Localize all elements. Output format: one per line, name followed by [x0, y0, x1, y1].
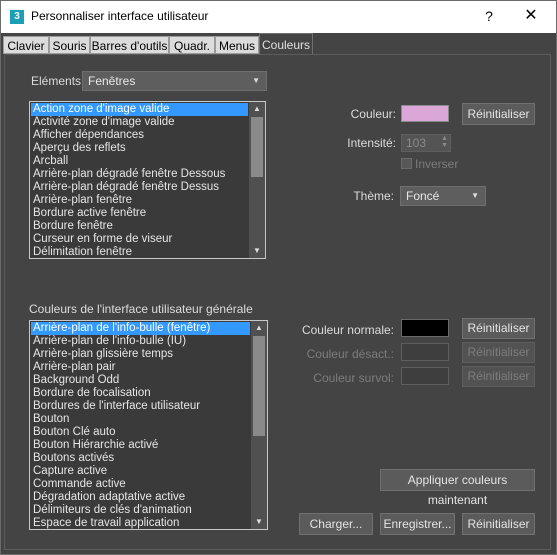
theme-dropdown[interactable]: Foncé ▼ — [400, 186, 486, 206]
list-item[interactable]: Bouton Hiérarchie activé — [31, 439, 250, 452]
list-item[interactable]: Arrière-plan fenêtre — [31, 194, 248, 207]
color-label: Couleur: — [350, 107, 396, 121]
tab-clavier[interactable]: Clavier — [3, 36, 49, 54]
window-title: Personnaliser interface utilisateur — [31, 9, 209, 23]
theme-selected-value: Foncé — [406, 189, 440, 203]
disabled-reset-button: Réinitialiser — [462, 342, 535, 363]
list-item[interactable]: Arrière-plan dégradé fenêtre Dessous — [31, 168, 248, 181]
items-scrollbar[interactable]: ▲ ▼ — [249, 102, 265, 258]
load-button[interactable]: Charger... — [299, 513, 373, 535]
intensity-label: Intensité: — [347, 136, 396, 150]
elements-dropdown[interactable]: Fenêtres ▼ — [82, 71, 267, 91]
hover-reset-button: Réinitialiser — [462, 366, 535, 387]
general-list: Arrière-plan de l'info-bulle (fenêtre) A… — [31, 322, 250, 529]
list-item[interactable]: Arcball — [31, 155, 248, 168]
title-bar: 3 Personnaliser interface utilisateur ? … — [1, 1, 556, 33]
elements-label: Eléments: — [31, 74, 85, 88]
list-item[interactable]: Afficher dépendances — [31, 129, 248, 142]
chevron-down-icon: ▼ — [471, 191, 479, 200]
scroll-down-icon[interactable]: ▼ — [251, 515, 267, 529]
list-item[interactable]: Bouton Clé auto — [31, 426, 250, 439]
invert-checkbox[interactable] — [401, 158, 412, 169]
tab-couleurs[interactable]: Couleurs — [259, 33, 313, 55]
scroll-up-icon[interactable]: ▲ — [249, 102, 265, 116]
list-item[interactable]: Action zone d'image valide — [31, 103, 248, 116]
normal-reset-button[interactable]: Réinitialiser — [462, 318, 535, 339]
list-item[interactable]: Espace de travail application — [31, 517, 250, 529]
close-icon[interactable]: ✕ — [523, 6, 539, 26]
list-item[interactable]: Curseur en forme de viseur — [31, 233, 248, 246]
scroll-up-icon[interactable]: ▲ — [251, 321, 267, 335]
spinner-arrows-icon[interactable]: ▲ ▼ — [441, 135, 448, 149]
normal-color-label: Couleur normale: — [301, 323, 394, 337]
dialog-content: Clavier Souris Barres d'outils Quadr. Me… — [1, 33, 556, 554]
hover-color-swatch — [401, 367, 449, 385]
list-item[interactable]: Délimiteurs de clés d'animation — [31, 504, 250, 517]
items-list: Action zone d'image valide Activité zone… — [31, 103, 248, 258]
dialog-window: 3 Personnaliser interface utilisateur ? … — [0, 0, 557, 555]
list-item[interactable]: Arrière-plan de l'info-bulle (IU) — [31, 335, 250, 348]
items-listbox[interactable]: Action zone d'image valide Activité zone… — [29, 101, 266, 259]
tab-menus[interactable]: Menus — [215, 36, 259, 54]
save-button[interactable]: Enregistrer... — [380, 513, 455, 535]
normal-color-swatch[interactable] — [401, 319, 449, 337]
list-item[interactable]: Bouton — [31, 413, 250, 426]
list-item[interactable]: Aperçu des reflets — [31, 142, 248, 155]
general-listbox[interactable]: Arrière-plan de l'info-bulle (fenêtre) A… — [29, 320, 268, 530]
list-item[interactable]: Bordure fenêtre — [31, 220, 248, 233]
disabled-color-label: Couleur désact.: — [306, 347, 394, 361]
apply-colors-now-button[interactable]: Appliquer couleurs maintenant — [380, 469, 535, 507]
hover-color-label: Couleur survol: — [313, 371, 394, 385]
tab-quadr[interactable]: Quadr. — [169, 36, 215, 54]
tab-barres-outils[interactable]: Barres d'outils — [90, 36, 169, 54]
list-item[interactable]: Dégradation adaptative active — [31, 491, 250, 504]
list-item[interactable]: Arrière-plan de l'info-bulle (fenêtre) — [31, 322, 250, 335]
invert-label: Inverser — [415, 157, 459, 171]
app-icon: 3 — [10, 10, 24, 24]
elements-selected-value: Fenêtres — [88, 74, 136, 88]
scroll-thumb[interactable] — [251, 117, 263, 177]
disabled-color-swatch — [401, 343, 449, 361]
list-item[interactable]: Arrière-plan dégradé fenêtre Dessus — [31, 181, 248, 194]
list-item[interactable]: Bordures de l'interface utilisateur — [31, 400, 250, 413]
tab-bar: Clavier Souris Barres d'outils Quadr. Me… — [1, 33, 556, 55]
reset-all-button[interactable]: Réinitialiser — [462, 513, 535, 535]
list-item[interactable]: Activité zone d'image valide — [31, 116, 248, 129]
theme-label: Thème: — [353, 189, 394, 203]
scroll-thumb[interactable] — [253, 336, 265, 436]
list-item[interactable]: Arrière-plan pair — [31, 361, 250, 374]
list-item[interactable]: Délimitation fenêtre — [31, 246, 248, 258]
color-swatch[interactable] — [401, 105, 449, 122]
chevron-down-icon: ▼ — [252, 76, 260, 85]
list-item[interactable]: Bordure active fenêtre — [31, 207, 248, 220]
intensity-spinner[interactable]: 103 ▲ ▼ — [401, 134, 451, 152]
list-item[interactable]: Commande active — [31, 478, 250, 491]
color-reset-button[interactable]: Réinitialiser — [462, 103, 535, 125]
help-icon[interactable]: ? — [481, 6, 497, 26]
list-item[interactable]: Background Odd — [31, 374, 250, 387]
list-item[interactable]: Bordure de focalisation — [31, 387, 250, 400]
general-section-label: Couleurs de l'interface utilisateur géné… — [29, 302, 253, 316]
list-item[interactable]: Capture active — [31, 465, 250, 478]
general-scrollbar[interactable]: ▲ ▼ — [251, 321, 267, 529]
scroll-down-icon[interactable]: ▼ — [249, 244, 265, 258]
list-item[interactable]: Arrière-plan glissière temps — [31, 348, 250, 361]
list-item[interactable]: Boutons activés — [31, 452, 250, 465]
intensity-value: 103 — [406, 136, 427, 150]
tab-souris[interactable]: Souris — [49, 36, 90, 54]
